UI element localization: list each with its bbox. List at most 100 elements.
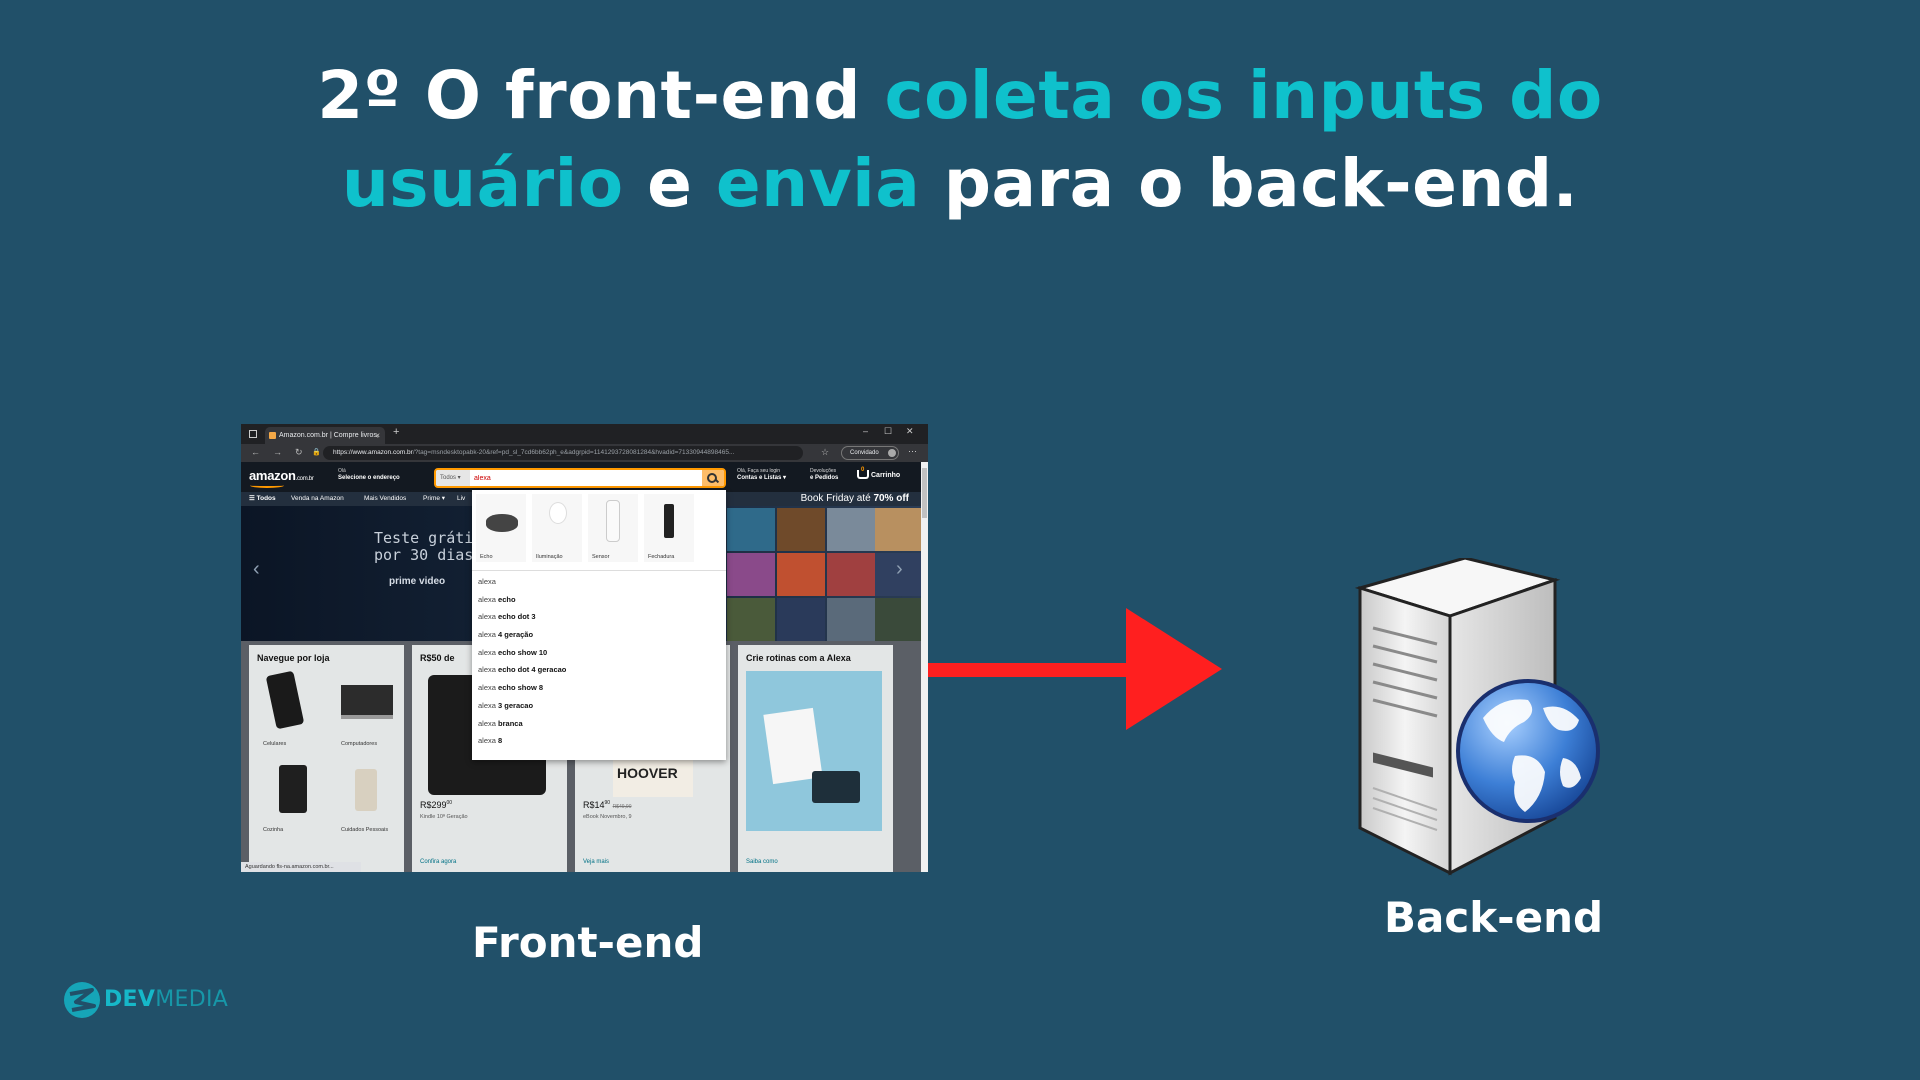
new-tab-icon[interactable]: +	[393, 426, 399, 438]
account-greeting: Olá, Faça seu login	[737, 468, 781, 474]
reload-icon[interactable]: ↻	[295, 447, 303, 458]
store-item-label[interactable]: Cozinha	[263, 827, 283, 833]
prime-video-logo: prime video	[389, 576, 446, 587]
minimize-icon[interactable]: –	[863, 426, 868, 436]
store-item-label[interactable]: Celulares	[263, 741, 286, 747]
book-friday-promo[interactable]: Book Friday até 70% off	[801, 492, 909, 506]
store-card-title: Navegue por loja	[257, 653, 330, 663]
suggested-product-lock[interactable]: Fechadura	[644, 494, 694, 562]
poster-image	[827, 553, 875, 596]
orders-label: e Pedidos	[810, 475, 839, 481]
cart-count: 0	[861, 467, 865, 473]
amazon-header: amazon.com.br Olá Selecione o endereço T…	[241, 462, 921, 492]
guest-profile-button[interactable]: Convidado	[841, 446, 899, 460]
suggested-product-lighting[interactable]: Iluminação	[532, 494, 582, 562]
title-highlight-sends: envia	[715, 145, 921, 222]
tab-actions-icon[interactable]	[249, 430, 257, 438]
nav-item-all[interactable]: ☰ Todos	[249, 492, 276, 506]
suggestion-completion: branca	[495, 718, 523, 728]
kindle-price-cents: 00	[446, 800, 453, 806]
suggestion-item[interactable]: alexa	[472, 573, 726, 591]
forward-icon[interactable]: →	[273, 447, 282, 457]
nav-item-prime[interactable]: Prime ▾	[423, 492, 445, 506]
back-icon[interactable]: ←	[251, 447, 260, 457]
search-input[interactable]	[474, 470, 674, 486]
book-price-cents: 90	[604, 800, 611, 806]
alexa-card[interactable]: Crie rotinas com a Alexa Saiba como	[738, 645, 893, 872]
address-label: Selecione o endereço	[338, 475, 400, 481]
suggestion-completion: echo show 8	[495, 683, 544, 693]
hero-line-1: Teste grátis	[374, 529, 483, 547]
kindle-link[interactable]: Confira agora	[420, 859, 456, 865]
poster-image	[827, 598, 875, 641]
hero-posters	[725, 506, 923, 641]
suggestion-prefix: alexa	[478, 630, 496, 640]
nav-item-books[interactable]: Liv	[457, 492, 465, 506]
suggestion-prefix: alexa	[478, 612, 496, 622]
favorite-star-icon[interactable]: ☆	[821, 447, 829, 458]
cart-button[interactable]: 0 Carrinho	[857, 467, 900, 479]
server-globe-icon	[1355, 558, 1600, 876]
suggestion-prefix: alexa	[478, 577, 496, 586]
carousel-prev-icon[interactable]: ‹	[253, 558, 260, 581]
title-highlight-collects: coleta os inputs do	[884, 57, 1603, 134]
browser-menu-icon[interactable]: ⋯	[908, 446, 917, 457]
store-item-label[interactable]: Computadores	[341, 741, 377, 747]
address-selector[interactable]: Olá Selecione o endereço	[338, 468, 400, 482]
suggestion-item[interactable]: alexa 4 geração	[472, 626, 726, 644]
suggestion-item[interactable]: alexa 8	[472, 732, 726, 750]
suggestion-prefix: alexa	[478, 700, 496, 710]
window-close-icon[interactable]: ✕	[906, 426, 914, 437]
poster-image	[777, 598, 825, 641]
logo-media: MEDIA	[155, 987, 229, 1012]
carousel-next-icon[interactable]: ›	[896, 558, 903, 581]
books-link[interactable]: Veja mais	[583, 859, 609, 865]
personal-care-image	[355, 769, 377, 811]
suggestion-item[interactable]: alexa echo show 8	[472, 679, 726, 697]
suggestion-item[interactable]: alexa echo dot 4 geracao	[472, 661, 726, 679]
devmedia-logo-text: DEVMEDIA	[104, 987, 228, 1012]
scrollbar-thumb[interactable]	[922, 468, 927, 518]
suggested-product-sensor[interactable]: Sensor	[588, 494, 638, 562]
suggestion-completion: 8	[495, 736, 503, 746]
lock-image	[664, 504, 674, 538]
suggestion-item[interactable]: alexa echo dot 3	[472, 608, 726, 626]
suggestion-item[interactable]: alexa 3 geracao	[472, 697, 726, 715]
amazon-smile-icon	[250, 483, 284, 488]
lock-icon: 🔒	[312, 449, 321, 456]
orders-link[interactable]: Devoluções e Pedidos	[810, 468, 838, 482]
backend-label: Back-end	[1384, 893, 1604, 942]
hero-line-2: por 30 dias	[374, 546, 474, 564]
suggestion-item[interactable]: alexa branca	[472, 715, 726, 733]
amazon-logo[interactable]: amazon.com.br	[249, 468, 314, 483]
nav-item-sell[interactable]: Venda na Amazon	[291, 492, 344, 506]
poster-image	[827, 508, 875, 551]
suggested-product-echo[interactable]: Echo	[476, 494, 526, 562]
url-path: /?tag=msndesktopabk-20&ref=pd_sl_7cd6bb6…	[412, 449, 735, 456]
store-item-label[interactable]: Cuidados Pessoais	[341, 827, 388, 833]
title-part-2: e	[623, 145, 716, 222]
search-button[interactable]	[702, 470, 724, 486]
nav-item-bestsellers[interactable]: Mais Vendidos	[364, 492, 406, 506]
tab-title: Amazon.com.br | Compre livros,	[279, 432, 379, 439]
frontend-browser-screenshot: Amazon.com.br | Compre livros, × + – ☐ ✕…	[241, 424, 928, 872]
page-scrollbar[interactable]	[921, 462, 928, 872]
kindle-subtitle: Kindle 10ª Geração	[420, 814, 468, 820]
suggestion-completion: 4 geração	[495, 630, 534, 640]
account-menu[interactable]: Olá, Faça seu login Contas e Listas ▾	[737, 468, 786, 482]
suggestion-prefix: alexa	[478, 718, 496, 728]
suggestion-item[interactable]: alexa echo	[472, 591, 726, 609]
kindle-price: R$29900	[420, 800, 452, 810]
browser-tab[interactable]: Amazon.com.br | Compre livros, ×	[265, 427, 385, 444]
maximize-icon[interactable]: ☐	[884, 426, 892, 437]
url-field[interactable]: https://www.amazon.com.br/?tag=msndeskto…	[323, 446, 803, 460]
tab-close-icon[interactable]: ×	[375, 427, 380, 444]
sensor-image	[606, 500, 620, 542]
suggestion-item[interactable]: alexa echo show 10	[472, 644, 726, 662]
alexa-link[interactable]: Saiba como	[746, 859, 778, 865]
suggestion-completion: echo show 10	[495, 647, 548, 657]
title-part-3: para o back-end.	[920, 145, 1579, 222]
search-category-select[interactable]: Todos ▾	[436, 470, 470, 486]
book-price-main: R$14	[583, 800, 605, 810]
store-card[interactable]: Navegue por loja Celulares Computadores …	[249, 645, 404, 872]
